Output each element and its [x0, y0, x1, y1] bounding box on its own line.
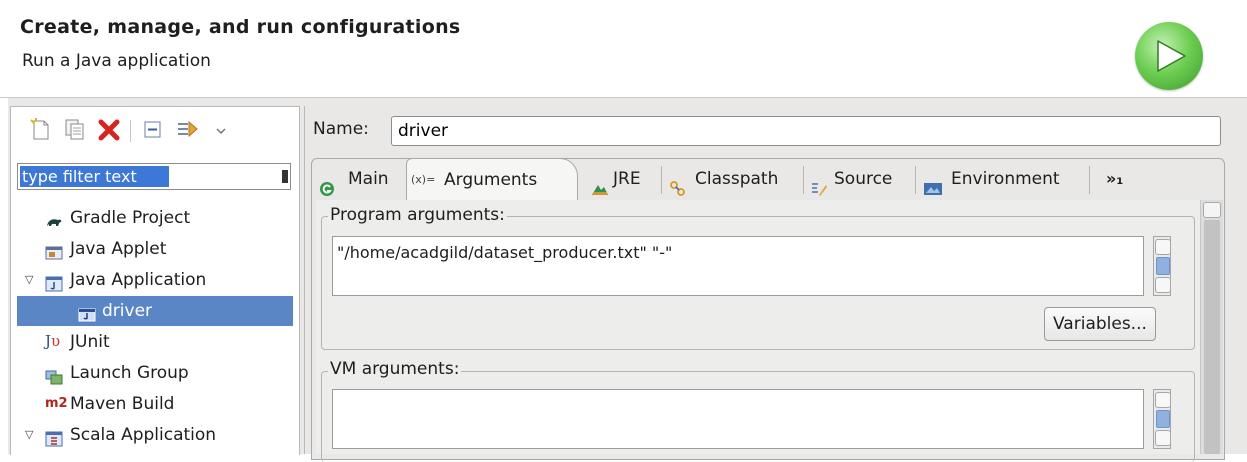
scroll-thumb[interactable]: [1156, 410, 1170, 428]
tab-arguments[interactable]: (x)= Arguments: [406, 158, 578, 201]
tree-item-label: Maven Build: [70, 394, 175, 414]
tree-item-label: Java Applet: [70, 239, 167, 259]
expanded-chevron-icon[interactable]: ▽: [25, 265, 39, 295]
gradle-icon: [45, 210, 63, 226]
run-icon: [1135, 22, 1203, 90]
tab-jre[interactable]: JRE: [591, 158, 656, 200]
tree-item-label: Java Application: [70, 270, 207, 290]
tree-item-scala-application[interactable]: ▽ Scala Application: [17, 420, 293, 450]
tab-divider: [661, 166, 662, 194]
toolbar-separator: [130, 120, 131, 142]
arguments-tab-icon: (x)=: [411, 173, 436, 186]
content-scrollbar[interactable]: [1200, 200, 1223, 454]
tab-label: Environment: [951, 169, 1060, 189]
scroll-up-icon[interactable]: [1155, 239, 1171, 255]
scroll-up-icon[interactable]: [1203, 202, 1221, 218]
tree-item-junit[interactable]: Jυ JUnit: [17, 327, 293, 357]
tree-item-label: Gradle Project: [70, 208, 191, 228]
tree-item-label: driver: [102, 301, 153, 321]
java-config-icon: [78, 303, 96, 322]
junit-icon: Jυ: [45, 332, 61, 350]
dialog-title: Create, manage, and run configurations: [20, 16, 461, 38]
tree-item-gradle-project[interactable]: Gradle Project: [17, 203, 293, 233]
config-type-panel: Gradle Project Java Applet ▽ Java Applic…: [10, 106, 300, 455]
tree-item-maven-build[interactable]: m2 Maven Build: [17, 389, 293, 419]
expanded-chevron-icon[interactable]: ▽: [25, 420, 39, 450]
program-arguments-label: Program arguments:: [328, 205, 507, 225]
tab-overflow-button[interactable]: »₁: [1106, 158, 1123, 200]
tab-main[interactable]: Main: [311, 158, 405, 200]
new-config-icon[interactable]: [29, 117, 53, 143]
dialog-subtitle: Run a Java application: [22, 51, 211, 71]
tree-item-java-application[interactable]: ▽ Java Application: [17, 265, 293, 295]
vm-arguments-label: VM arguments:: [328, 359, 462, 379]
dialog-header: Create, manage, and run configurations R…: [0, 0, 1247, 98]
scala-application-icon: [45, 427, 63, 447]
tab-label: Arguments: [444, 170, 538, 190]
vm-arguments-scrollbar[interactable]: [1153, 389, 1171, 449]
tab-environment[interactable]: Environment: [921, 158, 1091, 200]
tab-bar: Main (x)= Arguments JRE Classpath Source…: [311, 158, 1223, 201]
vm-arguments-input[interactable]: [332, 389, 1144, 449]
tree-item-java-applet[interactable]: Java Applet: [17, 234, 293, 264]
tab-divider: [915, 166, 916, 194]
scroll-thumb[interactable]: [1204, 220, 1220, 454]
tree-item-label: JUnit: [70, 332, 110, 352]
tree-item-driver[interactable]: driver: [17, 296, 293, 326]
scroll-down-icon[interactable]: [1155, 430, 1171, 446]
tab-label: JRE: [613, 169, 641, 189]
tab-classpath[interactable]: Classpath: [667, 158, 802, 200]
filter-input[interactable]: [20, 166, 169, 187]
tab-label: Main: [348, 169, 389, 189]
clear-filter-icon[interactable]: [282, 170, 288, 183]
view-menu-icon[interactable]: [209, 117, 233, 143]
java-applet-icon: [45, 241, 63, 260]
name-input[interactable]: [391, 116, 1221, 146]
tree-item-label: Scala Application: [70, 425, 217, 445]
filter-field[interactable]: [17, 163, 291, 190]
scroll-up-icon[interactable]: [1155, 392, 1171, 408]
duplicate-icon[interactable]: [63, 117, 87, 143]
tab-label: Classpath: [695, 169, 779, 189]
tab-source[interactable]: Source: [808, 158, 913, 200]
scroll-thumb[interactable]: [1156, 257, 1170, 275]
tree-item-label: Launch Group: [70, 363, 189, 383]
filter-icon[interactable]: [175, 117, 199, 143]
tab-divider: [1089, 166, 1090, 194]
name-label: Name:: [313, 119, 369, 139]
tree-item-launch-group[interactable]: Launch Group: [17, 358, 293, 388]
delete-icon[interactable]: [97, 117, 121, 143]
launch-group-icon: [45, 365, 63, 385]
variables-button[interactable]: Variables...: [1044, 307, 1156, 341]
tab-divider: [803, 166, 804, 194]
program-arguments-input[interactable]: "/home/acadgild/dataset_producer.txt" "-…: [332, 236, 1144, 296]
java-application-icon: [45, 272, 63, 292]
scroll-down-icon[interactable]: [1155, 277, 1171, 293]
collapse-all-icon[interactable]: [141, 117, 165, 143]
program-arguments-scrollbar[interactable]: [1153, 236, 1171, 296]
maven-icon: m2: [45, 396, 68, 411]
tab-label: Source: [834, 169, 893, 189]
